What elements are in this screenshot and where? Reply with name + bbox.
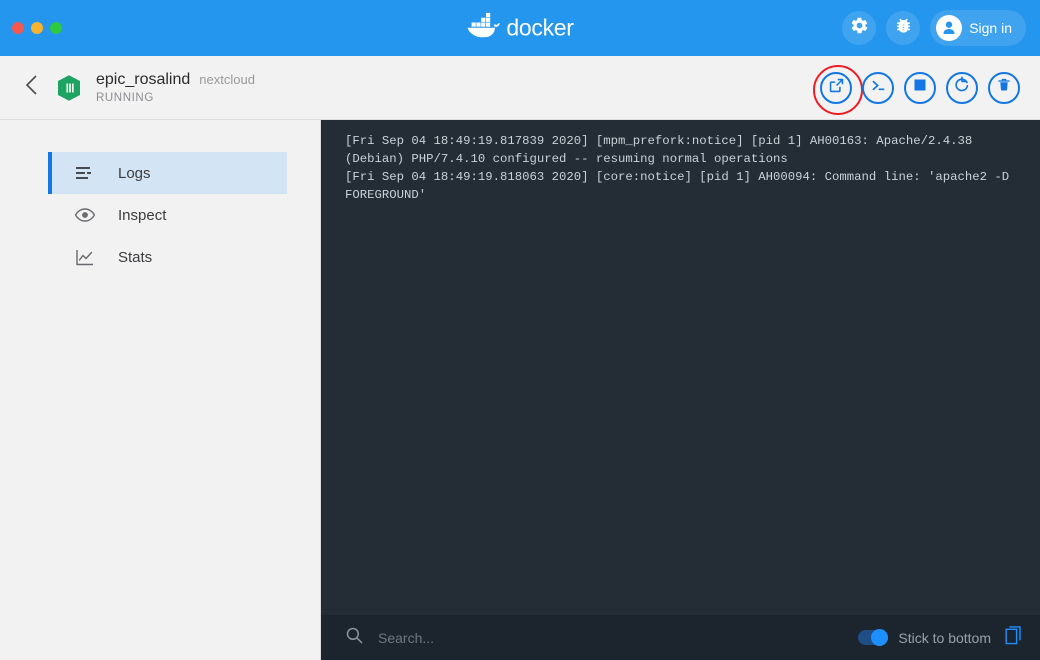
external-link-icon xyxy=(828,77,845,99)
terminal-prompt-icon xyxy=(870,77,887,99)
back-button[interactable] xyxy=(20,73,44,102)
sidebar-item-inspect-label: Inspect xyxy=(118,206,167,224)
sidebar-item-inspect[interactable]: Inspect xyxy=(48,194,287,236)
sidebar-item-stats[interactable]: Stats xyxy=(48,236,287,278)
log-line: [Fri Sep 04 18:49:19.818063 2020] [core:… xyxy=(345,170,1017,202)
stick-to-bottom-label: Stick to bottom xyxy=(898,629,991,646)
stick-to-bottom-toggle[interactable]: Stick to bottom xyxy=(858,629,991,646)
sidebar-item-stats-label: Stats xyxy=(118,248,153,266)
sidebar-item-logs[interactable]: Logs xyxy=(48,152,287,194)
gear-icon xyxy=(850,16,869,40)
container-actions xyxy=(813,64,1020,115)
search-input[interactable] xyxy=(378,629,859,646)
logs-panel[interactable]: [Fri Sep 04 18:49:19.817839 2020] [mpm_p… xyxy=(321,120,1040,615)
docker-whale-logo xyxy=(466,12,500,44)
delete-button[interactable] xyxy=(988,71,1020,104)
cli-button[interactable] xyxy=(862,71,894,104)
sidebar-item-logs-label: Logs xyxy=(118,164,151,182)
docker-wordmark: docker xyxy=(506,14,574,41)
sign-in-label: Sign in xyxy=(969,20,1012,36)
search-icon xyxy=(345,626,364,650)
trash-icon xyxy=(996,77,1012,98)
minimize-window-button[interactable] xyxy=(31,22,43,34)
settings-button[interactable] xyxy=(842,11,877,45)
titlebar: docker Sign in xyxy=(0,0,1040,56)
container-name: epic_rosalind xyxy=(96,71,191,88)
eye-icon xyxy=(72,208,98,222)
container-status: RUNNING xyxy=(96,92,154,104)
bug-icon xyxy=(894,16,913,40)
sign-in-button[interactable]: Sign in xyxy=(930,10,1026,46)
toggle-knob xyxy=(871,629,889,646)
container-info: epic_rosalind nextcloud RUNNING xyxy=(96,71,255,104)
stop-square-icon xyxy=(913,78,927,97)
copy-icon xyxy=(1005,625,1024,650)
restart-button[interactable] xyxy=(946,71,978,104)
logs-search-bar: Stick to bottom xyxy=(321,615,1040,660)
sidebar: Logs Inspect Stats xyxy=(0,120,321,660)
report-bug-button[interactable] xyxy=(886,11,921,45)
container-cube-icon xyxy=(56,74,82,101)
container-header: epic_rosalind nextcloud RUNNING xyxy=(0,56,1040,120)
toggle-track xyxy=(858,629,889,646)
open-in-browser-button[interactable] xyxy=(813,64,863,115)
docker-brand: docker xyxy=(466,12,574,44)
log-line: [Fri Sep 04 18:49:19.817839 2020] [mpm_p… xyxy=(345,134,980,166)
restart-circular-arrow-icon xyxy=(953,76,971,99)
logs-lines-icon xyxy=(72,166,98,180)
close-window-button[interactable] xyxy=(12,22,24,34)
chart-line-icon xyxy=(72,249,98,266)
titlebar-controls: Sign in xyxy=(842,10,1026,46)
copy-logs-button[interactable] xyxy=(1005,625,1024,650)
zoom-window-button[interactable] xyxy=(50,22,62,34)
docker-desktop-window: docker Sign in epic_rosalind nextcloud R… xyxy=(0,0,1040,660)
chevron-left-icon xyxy=(24,73,40,102)
user-avatar-icon xyxy=(936,15,963,41)
stop-button[interactable] xyxy=(904,71,936,104)
container-image-name: nextcloud xyxy=(199,72,255,87)
window-traffic-lights xyxy=(12,22,62,34)
